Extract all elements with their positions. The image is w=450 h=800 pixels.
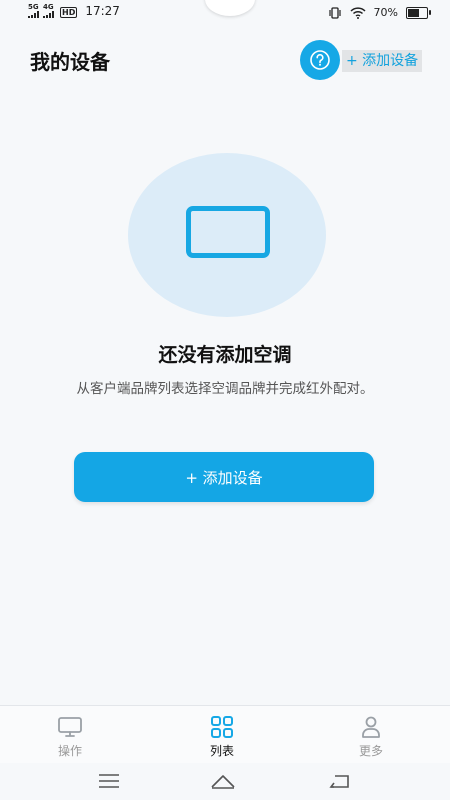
monitor-icon — [58, 717, 82, 737]
question-circle-icon — [310, 50, 330, 70]
menu-icon — [99, 774, 119, 788]
tab-bar: 操作 列表 更多 — [0, 705, 450, 764]
page-title: 我的设备 — [30, 50, 110, 74]
tab-label: 列表 — [209, 744, 234, 758]
signal-5g: 5G — [28, 4, 39, 18]
empty-illustration — [128, 153, 326, 317]
wifi-icon — [350, 6, 366, 19]
hd-badge: HD — [60, 7, 78, 18]
system-nav-bar — [0, 763, 450, 800]
back-icon — [329, 775, 349, 788]
grid-icon — [211, 716, 233, 738]
battery-fill — [408, 8, 419, 17]
empty-state-description: 从客户端品牌列表选择空调品牌并完成红外配对。 — [76, 381, 374, 397]
add-device-button[interactable]: + 添加设备 — [74, 452, 374, 502]
tab-operate[interactable]: 操作 — [35, 714, 105, 759]
menu-button[interactable] — [94, 769, 124, 793]
help-button[interactable] — [300, 40, 340, 80]
header: 我的设备 + 添加设备 — [0, 40, 450, 90]
status-left: 5G 4G HD 17:27 — [28, 4, 120, 18]
home-icon — [211, 775, 235, 789]
status-time: 17:27 — [85, 4, 120, 18]
tab-more[interactable]: 更多 — [336, 714, 406, 759]
tab-list[interactable]: 列表 — [187, 714, 257, 759]
battery-percent: 70% — [373, 6, 398, 19]
person-icon — [362, 716, 380, 738]
tab-label: 操作 — [57, 744, 82, 758]
signal-bars-icon — [28, 11, 39, 18]
vibrate-icon — [328, 6, 341, 19]
empty-state-title: 还没有添加空调 — [158, 344, 292, 366]
signal-bars-icon — [43, 11, 54, 18]
status-right: 70% — [328, 6, 431, 19]
tab-label: 更多 — [358, 744, 383, 758]
add-device-link[interactable]: + 添加设备 — [342, 50, 423, 72]
back-button[interactable] — [324, 769, 354, 793]
air-conditioner-icon — [186, 206, 270, 258]
home-button[interactable] — [208, 769, 238, 793]
battery-icon — [406, 6, 431, 19]
signal-4g: 4G — [43, 4, 54, 18]
